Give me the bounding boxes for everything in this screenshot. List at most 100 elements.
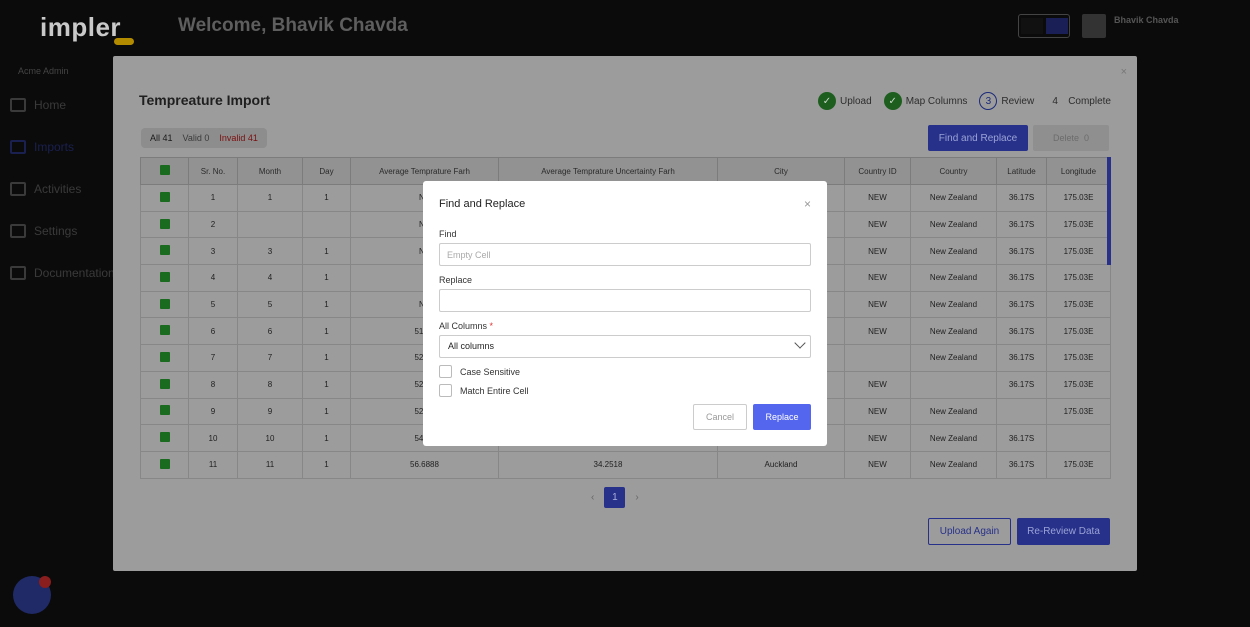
row-checkbox-cell[interactable] (140, 290, 189, 319)
prev-page-icon[interactable]: ‹ (591, 492, 594, 503)
table-cell[interactable]: 36.17S (996, 210, 1047, 239)
columns-select[interactable]: All columns (439, 335, 811, 358)
table-cell[interactable]: 36.17S (996, 290, 1047, 319)
table-cell[interactable] (996, 397, 1047, 426)
table-cell[interactable]: 5 (237, 290, 303, 319)
table-cell[interactable]: New Zealand (910, 290, 997, 319)
table-cell[interactable]: NEW (844, 397, 911, 426)
table-cell[interactable]: 36.17S (996, 264, 1047, 292)
table-cell[interactable]: New Zealand (910, 264, 997, 292)
table-cell[interactable]: 11 (188, 450, 238, 479)
table-cell[interactable] (302, 210, 351, 239)
table-cell[interactable]: 36.17S (996, 424, 1047, 452)
row-checkbox[interactable] (159, 325, 170, 336)
row-checkbox[interactable] (159, 218, 170, 229)
table-cell[interactable]: NEW (844, 237, 911, 266)
table-cell[interactable]: 1 (302, 184, 351, 212)
table-cell[interactable]: 2 (188, 210, 238, 239)
row-checkbox[interactable] (159, 405, 170, 416)
row-checkbox[interactable] (159, 245, 170, 256)
table-cell[interactable] (844, 344, 911, 372)
table-cell[interactable]: 175.03E (1046, 237, 1111, 266)
delete-button[interactable]: Delete 0 (1033, 125, 1109, 151)
find-and-replace-button[interactable]: Find and Replace (928, 125, 1028, 151)
rereview-data-button[interactable]: Re-Review Data (1017, 518, 1110, 545)
table-cell[interactable]: NEW (844, 264, 911, 292)
table-cell[interactable]: 10 (237, 424, 303, 452)
table-cell[interactable]: New Zealand (910, 210, 997, 239)
row-checkbox[interactable] (159, 271, 170, 282)
table-cell[interactable]: 4 (237, 264, 303, 292)
row-checkbox[interactable] (159, 351, 170, 362)
table-cell[interactable]: New Zealand (910, 397, 997, 426)
table-cell[interactable]: 3 (188, 237, 238, 266)
row-checkbox-cell[interactable] (140, 317, 189, 346)
row-checkbox-cell[interactable] (140, 237, 189, 266)
row-checkbox-cell[interactable] (140, 424, 189, 452)
table-cell[interactable]: 8 (188, 370, 238, 399)
table-cell[interactable]: 1 (302, 290, 351, 319)
table-cell[interactable]: 1 (237, 184, 303, 212)
table-cell[interactable] (910, 370, 997, 399)
table-cell[interactable]: Auckland (717, 450, 845, 479)
page-1-button[interactable]: 1 (604, 487, 626, 508)
upload-again-button[interactable]: Upload Again (928, 518, 1011, 545)
table-cell[interactable]: 9 (188, 397, 238, 426)
org-name[interactable]: Acme Admin (18, 66, 69, 76)
table-cell[interactable]: 36.17S (996, 370, 1047, 399)
table-cell[interactable]: 8 (237, 370, 303, 399)
table-cell[interactable]: NEW (844, 370, 911, 399)
table-cell[interactable]: 1 (302, 450, 351, 479)
next-page-icon[interactable]: › (635, 492, 638, 503)
table-cell[interactable]: 36.17S (996, 237, 1047, 266)
sidebar-item-activities[interactable]: Activities (10, 182, 120, 196)
row-checkbox-cell[interactable] (140, 450, 189, 479)
table-cell[interactable] (237, 210, 303, 239)
sun-icon[interactable] (1021, 18, 1043, 34)
table-cell[interactable] (1046, 424, 1111, 452)
table-scrollbar[interactable] (1107, 157, 1111, 265)
table-cell[interactable]: 1 (302, 237, 351, 266)
table-cell[interactable]: 175.03E (1046, 264, 1111, 292)
table-cell[interactable]: 6 (188, 317, 238, 346)
table-cell[interactable]: 36.17S (996, 450, 1047, 479)
table-cell[interactable]: NEW (844, 317, 911, 346)
table-cell[interactable]: 5 (188, 290, 238, 319)
table-cell[interactable]: New Zealand (910, 237, 997, 266)
table-cell[interactable]: NEW (844, 450, 911, 479)
checkbox[interactable] (159, 165, 170, 175)
sidebar-item-documentation[interactable]: Documentation (10, 266, 120, 280)
match-entire-checkbox[interactable] (439, 384, 452, 397)
table-cell[interactable]: 175.03E (1046, 317, 1111, 346)
table-cell[interactable]: 1 (302, 397, 351, 426)
close-icon[interactable]: × (804, 197, 811, 211)
row-checkbox[interactable] (159, 432, 170, 443)
moon-icon[interactable] (1046, 18, 1068, 34)
table-cell[interactable]: New Zealand (910, 424, 997, 452)
table-cell[interactable]: 36.17S (996, 184, 1047, 212)
table-cell[interactable]: New Zealand (910, 344, 997, 372)
table-cell[interactable]: 34.2518 (498, 450, 718, 479)
table-cell[interactable]: 10 (188, 424, 238, 452)
row-checkbox-cell[interactable] (140, 264, 189, 292)
table-cell[interactable]: NEW (844, 184, 911, 212)
table-cell[interactable]: 9 (237, 397, 303, 426)
table-cell[interactable]: NEW (844, 290, 911, 319)
row-checkbox[interactable] (159, 458, 170, 469)
match-entire-row[interactable]: Match Entire Cell (439, 384, 529, 397)
table-cell[interactable]: 175.03E (1046, 397, 1111, 426)
table-cell[interactable]: 175.03E (1046, 184, 1111, 212)
row-checkbox-cell[interactable] (140, 184, 189, 212)
table-cell[interactable]: New Zealand (910, 184, 997, 212)
cancel-button[interactable]: Cancel (693, 404, 747, 430)
table-cell[interactable]: 7 (237, 344, 303, 372)
table-cell[interactable]: 4 (188, 264, 238, 292)
table-cell[interactable]: 11 (237, 450, 303, 479)
table-cell[interactable]: 175.03E (1046, 370, 1111, 399)
table-cell[interactable]: 1 (302, 317, 351, 346)
close-icon[interactable]: × (1121, 66, 1127, 78)
table-cell[interactable]: 175.03E (1046, 290, 1111, 319)
table-cell[interactable]: NEW (844, 210, 911, 239)
row-checkbox-cell[interactable] (140, 370, 189, 399)
table-cell[interactable]: 6 (237, 317, 303, 346)
